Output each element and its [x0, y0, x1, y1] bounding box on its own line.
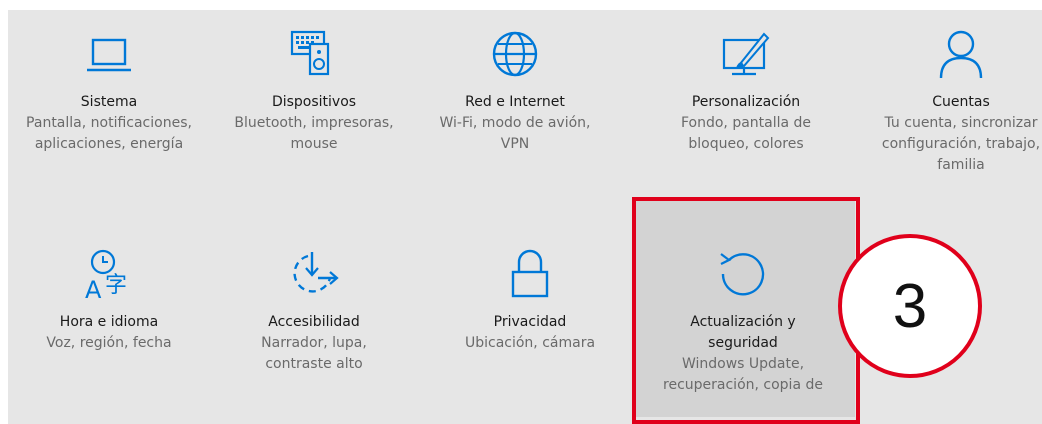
personalization-icon	[722, 32, 770, 76]
tile-cuentas[interactable]: Cuentas Tu cuenta, sincronizar configura…	[856, 28, 1042, 176]
time-language-icon: A 字	[85, 249, 127, 300]
tile-description: Ubicación, cámara	[464, 335, 596, 351]
tile-personalizacion[interactable]: Personalización Fondo, pantalla de bloqu…	[641, 28, 851, 155]
tile-description: Voz, región, fecha	[46, 335, 172, 351]
tile-title: Personalización	[691, 94, 801, 110]
tile-description: Tu cuenta, sincronizar configuración, tr…	[881, 115, 1041, 173]
tile-red-internet[interactable]: Red e Internet Wi-Fi, modo de avión, VPN	[410, 28, 620, 155]
globe-icon	[492, 31, 538, 77]
tile-description: Fondo, pantalla de bloqueo, colores	[680, 115, 812, 152]
step-marker: 3	[838, 234, 982, 378]
tile-title: Red e Internet	[465, 94, 565, 110]
tile-sistema[interactable]: Sistema Pantalla, notificaciones, aplica…	[4, 28, 214, 155]
accessibility-icon	[293, 252, 339, 293]
laptop-icon	[87, 38, 131, 72]
tile-description: Wi-Fi, modo de avión, VPN	[439, 115, 591, 152]
svg-text:字: 字	[105, 273, 127, 298]
person-icon	[939, 30, 983, 79]
tile-title: Sistema	[80, 94, 138, 110]
tile-description: Bluetooth, impresoras, mouse	[234, 115, 394, 152]
tile-title: Cuentas	[932, 94, 990, 110]
tile-privacidad[interactable]: Privacidad Ubicación, cámara	[425, 248, 635, 354]
lock-icon	[511, 249, 549, 298]
devices-icon	[290, 30, 330, 76]
highlight-box	[632, 197, 860, 424]
tile-title: Accesibilidad	[268, 314, 360, 330]
step-number: 3	[892, 271, 928, 341]
tile-title: Hora e idioma	[59, 314, 159, 330]
tile-description: Pantalla, notificaciones, aplicaciones, …	[26, 115, 192, 152]
tile-dispositivos[interactable]: Dispositivos Bluetooth, impresoras, mous…	[209, 28, 419, 155]
svg-text:A: A	[85, 276, 102, 300]
tile-accesibilidad[interactable]: Accesibilidad Narrador, lupa, contraste …	[209, 248, 419, 375]
tile-description: Narrador, lupa, contraste alto	[261, 335, 367, 372]
tile-title: Privacidad	[493, 314, 567, 330]
tile-title: Dispositivos	[271, 94, 357, 110]
tile-hora-idioma[interactable]: A 字 Hora e idioma Voz, región, fecha	[4, 248, 214, 354]
